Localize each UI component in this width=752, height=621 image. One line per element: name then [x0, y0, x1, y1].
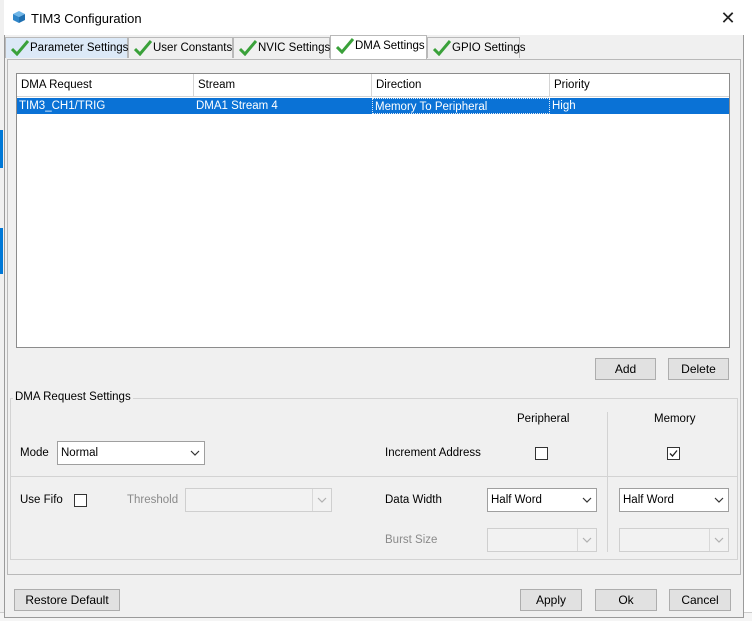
table-row[interactable]: TIM3_CH1/TRIG DMA1 Stream 4 Memory To Pe… [17, 98, 729, 114]
divider [607, 412, 608, 552]
data-width-memory-select[interactable]: Half Word [619, 488, 729, 512]
tab-parameter-settings[interactable]: Parameter Settings [5, 37, 128, 58]
threshold-label: Threshold [127, 494, 179, 506]
memory-column-header: Memory [654, 413, 696, 425]
tab-label: User Constants [153, 42, 233, 54]
threshold-select[interactable] [185, 488, 332, 512]
column-header-stream[interactable]: Stream [194, 74, 372, 97]
tab-label: NVIC Settings [258, 42, 331, 54]
burst-size-memory-select[interactable] [619, 528, 729, 552]
check-icon [432, 40, 452, 57]
tab-gpio-settings[interactable]: GPIO Settings [427, 37, 526, 58]
data-width-memory-value: Half Word [623, 494, 674, 506]
chevron-down-icon [186, 442, 204, 464]
check-icon [10, 40, 30, 57]
check-icon [133, 40, 153, 57]
chevron-down-icon [577, 529, 596, 551]
burst-size-peripheral-select[interactable] [487, 528, 597, 552]
table-header: DMA Request Stream Direction Priority [17, 74, 729, 97]
cancel-button[interactable]: Cancel [669, 589, 731, 611]
divider [11, 476, 737, 477]
check-icon [335, 38, 355, 55]
check-icon [238, 40, 258, 57]
delete-button[interactable]: Delete [668, 358, 729, 380]
increment-memory-checkbox[interactable] [667, 447, 680, 460]
mode-select-value: Normal [61, 447, 99, 459]
column-header-dma-request[interactable]: DMA Request [17, 74, 194, 97]
cell-dma-request: TIM3_CH1/TRIG [19, 100, 106, 112]
window-title: TIM3 Configuration [31, 11, 142, 26]
column-header-direction[interactable]: Direction [372, 74, 550, 97]
cell-priority: High [552, 100, 576, 112]
tab-nvic-settings[interactable]: NVIC Settings [233, 37, 330, 58]
peripheral-column-header: Peripheral [517, 413, 570, 425]
data-width-peripheral-select[interactable]: Half Word [487, 488, 597, 512]
column-header-priority[interactable]: Priority [550, 74, 729, 97]
data-width-label: Data Width [385, 494, 442, 506]
close-button[interactable]: ✕ [716, 6, 740, 30]
mode-select[interactable]: Normal [57, 441, 205, 465]
add-button[interactable]: Add [595, 358, 656, 380]
tab-strip: Parameter Settings User Constants NVIC S… [5, 35, 743, 61]
close-icon: ✕ [720, 8, 736, 28]
cube-icon [12, 10, 26, 24]
tab-user-constants[interactable]: User Constants [128, 37, 233, 58]
background-app-highlight [0, 228, 3, 274]
cell-direction: Memory To Peripheral [372, 98, 550, 114]
apply-button[interactable]: Apply [520, 589, 582, 611]
tab-label: DMA Settings [355, 40, 425, 52]
mode-label: Mode [20, 447, 49, 459]
chevron-down-icon [312, 489, 331, 511]
use-fifo-label: Use Fifo [20, 494, 63, 506]
background-app-highlight [0, 130, 3, 168]
increment-address-label: Increment Address [385, 447, 481, 459]
chevron-down-icon [710, 489, 728, 511]
tab-label: Parameter Settings [30, 42, 129, 54]
chevron-down-icon [709, 529, 728, 551]
tab-label: GPIO Settings [452, 42, 526, 54]
dma-request-table[interactable] [16, 73, 730, 348]
chevron-down-icon [578, 489, 596, 511]
restore-default-button[interactable]: Restore Default [14, 589, 120, 611]
tab-dma-settings[interactable]: DMA Settings [330, 35, 427, 59]
increment-peripheral-checkbox[interactable] [535, 447, 548, 460]
data-width-peripheral-value: Half Word [491, 494, 542, 506]
group-title: DMA Request Settings [13, 391, 133, 403]
ok-button[interactable]: Ok [595, 589, 657, 611]
cell-stream: DMA1 Stream 4 [196, 100, 278, 112]
use-fifo-checkbox[interactable] [74, 494, 87, 507]
checkmark-icon [669, 450, 678, 457]
burst-size-label: Burst Size [385, 534, 438, 546]
